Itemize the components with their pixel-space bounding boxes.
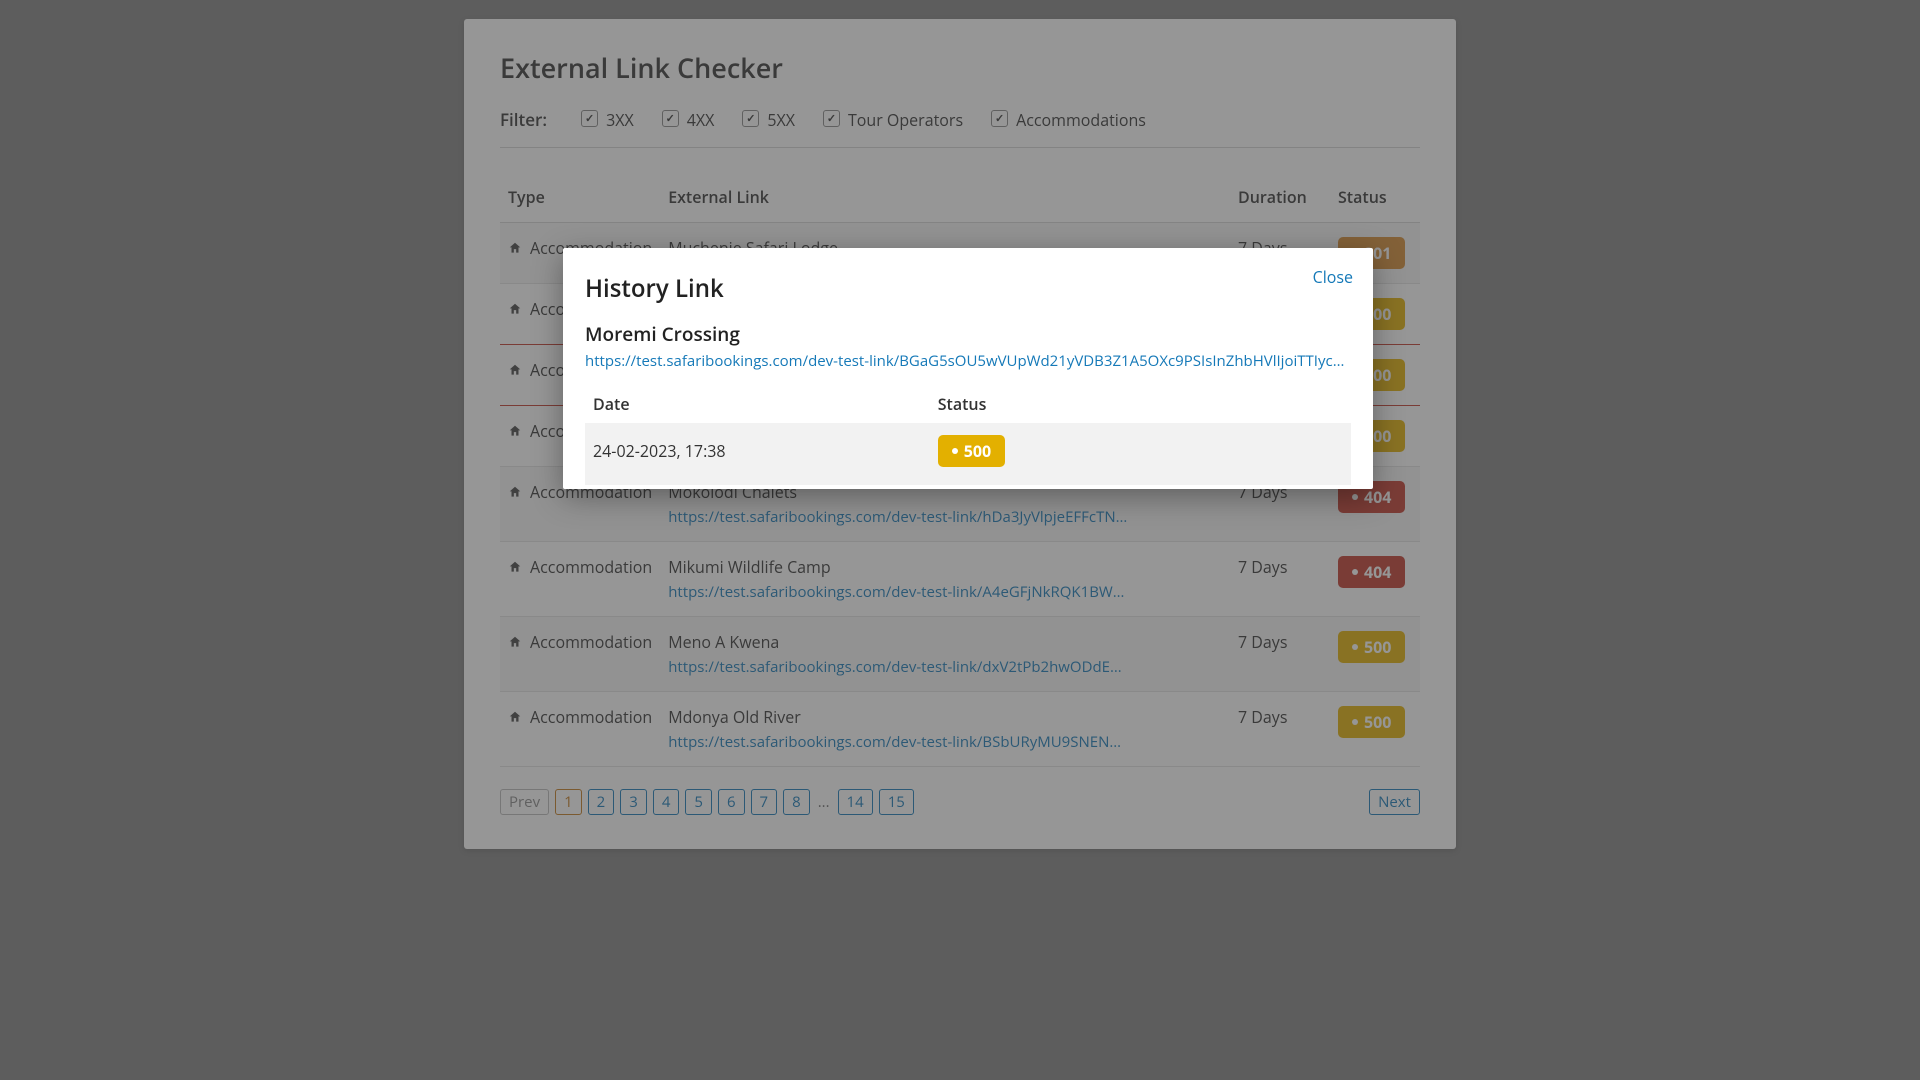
history-date: 24-02-2023, 17:38	[585, 423, 930, 485]
history-col-status: Status	[930, 385, 1351, 423]
modal-link[interactable]: https://test.safaribookings.com/dev-test…	[585, 351, 1345, 371]
history-col-date: Date	[585, 385, 930, 423]
modal-subject: Moremi Crossing	[585, 321, 1351, 347]
history-modal: Close History Link Moremi Crossing https…	[563, 248, 1373, 489]
modal-close-link[interactable]: Close	[1313, 266, 1353, 288]
history-table: Date Status 24-02-2023, 17:38 500	[585, 385, 1351, 485]
modal-backdrop[interactable]	[0, 0, 1920, 1080]
modal-title: History Link	[585, 272, 1351, 305]
history-row: 24-02-2023, 17:38 500	[585, 423, 1351, 485]
history-body: 24-02-2023, 17:38 500	[585, 423, 1351, 485]
history-status: 500	[930, 423, 1351, 485]
status-code: 500	[964, 440, 991, 462]
dot-icon	[952, 448, 958, 454]
status-badge[interactable]: 500	[938, 435, 1005, 467]
